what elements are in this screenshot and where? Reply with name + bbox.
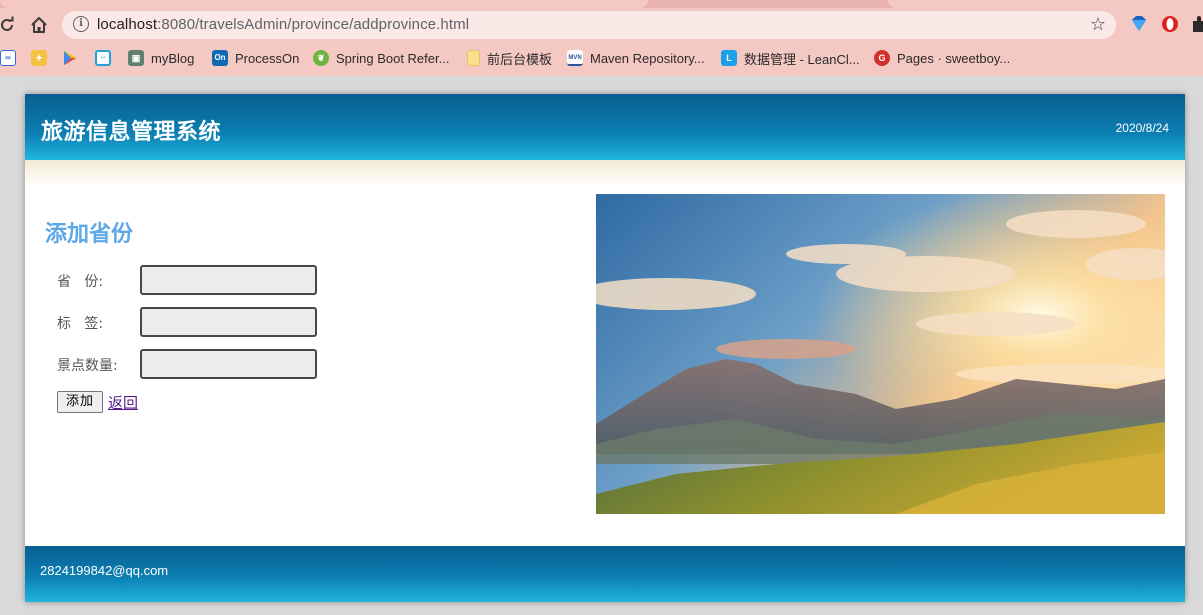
blog-icon: ▣ — [128, 50, 144, 66]
page-heading: 添加省份 — [45, 222, 134, 247]
footer-email: 2824199842@qq.com — [40, 563, 169, 578]
extension-diamond-icon[interactable] — [1129, 14, 1149, 34]
bookmark-item[interactable] — [62, 48, 85, 68]
browser-chrome: i localhost:8080/travelsAdmin/province/a… — [0, 0, 1203, 76]
bilibili-icon: ·· — [95, 50, 111, 66]
baidu-paw-icon: ∞ — [0, 50, 16, 66]
header-date: 2020/8/24 — [1115, 121, 1169, 135]
home-icon[interactable] — [28, 14, 50, 36]
site-info-icon[interactable]: i — [73, 16, 89, 32]
bookmark-item[interactable]: ·· — [95, 48, 118, 68]
tags-label: 标 签: — [57, 316, 104, 332]
bookmark-gitee-pages[interactable]: G Pages · sweetboy... — [874, 48, 1010, 68]
extensions-puzzle-icon[interactable] — [1190, 14, 1203, 34]
processon-icon: On — [212, 50, 228, 66]
bookmark-processon[interactable]: On ProcessOn — [212, 48, 299, 68]
landscape-image — [596, 194, 1165, 514]
maven-icon: MVN — [567, 50, 583, 66]
tab-active[interactable] — [0, 0, 648, 8]
bookmark-spring-boot[interactable]: ❦ Spring Boot Refer... — [313, 48, 449, 68]
play-store-icon — [62, 50, 78, 66]
bookmark-item[interactable]: ∞ — [0, 48, 23, 68]
tab-strip — [0, 0, 1203, 8]
address-bar[interactable]: i localhost:8080/travelsAdmin/province/a… — [62, 11, 1116, 39]
header-band — [25, 160, 1185, 186]
reload-icon[interactable] — [0, 14, 18, 36]
province-label: 省 份: — [57, 274, 104, 290]
spring-icon: ❦ — [313, 50, 329, 66]
back-link[interactable]: 返回 — [108, 392, 138, 413]
province-input[interactable] — [140, 265, 317, 295]
page-container: 旅游信息管理系统 2020/8/24 添加省份 省 份: 标 签: 景点数量: … — [25, 94, 1185, 602]
bird-icon: ✦ — [31, 50, 47, 66]
bookmark-star-icon[interactable]: ☆ — [1090, 14, 1106, 35]
site-header: 旅游信息管理系统 2020/8/24 — [25, 94, 1185, 160]
tab-other[interactable] — [888, 0, 1203, 8]
gitee-icon: G — [874, 50, 890, 66]
bookmark-leancloud[interactable]: L 数据管理 - LeanCl... — [721, 48, 860, 68]
leancloud-icon: L — [721, 50, 737, 66]
bookmark-myblog[interactable]: ▣ myBlog — [128, 48, 194, 68]
bookmark-folder-templates[interactable]: 前后台模板 — [467, 48, 552, 68]
bookmarks-bar: ∞ ✦ ·· ▣ myBlog On ProcessOn ❦ Spring Bo… — [0, 45, 1203, 71]
bookmark-maven[interactable]: MVN Maven Repository... — [567, 48, 705, 68]
site-title: 旅游信息管理系统 — [41, 120, 222, 145]
folder-icon — [467, 50, 480, 66]
site-footer: 2824199842@qq.com — [25, 546, 1185, 602]
extension-opera-icon[interactable] — [1160, 14, 1180, 34]
url-text[interactable]: localhost:8080/travelsAdmin/province/add… — [97, 16, 469, 33]
tags-input[interactable] — [140, 307, 317, 337]
bookmark-item[interactable]: ✦ — [31, 48, 54, 68]
spot-count-label: 景点数量: — [57, 358, 118, 374]
add-button[interactable]: 添加 — [57, 391, 103, 413]
spot-count-input[interactable] — [140, 349, 317, 379]
